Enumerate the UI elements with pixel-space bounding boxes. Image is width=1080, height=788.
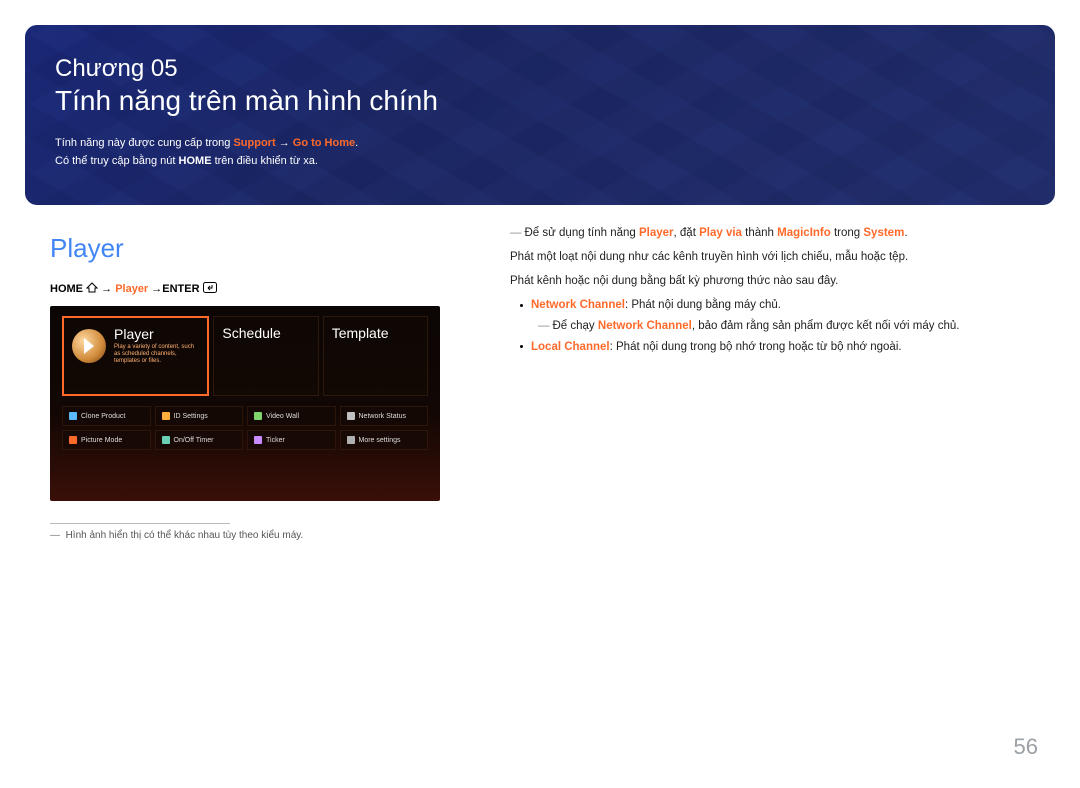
bullet-dot-icon [520, 304, 523, 307]
page-root: Chương 05 Tính năng trên màn hình chính … [0, 25, 1080, 788]
b1-sub-a: Để chạy [553, 320, 598, 332]
p1-e: . [904, 227, 907, 239]
bullet-dot-icon [520, 345, 523, 348]
tile-template[interactable]: Template [323, 316, 428, 396]
hero-line-1: Tính năng này được cung cấp trong Suppor… [55, 135, 1025, 153]
mini-picture-mode[interactable]: Picture Mode [62, 430, 151, 450]
page-number: 56 [1014, 734, 1038, 760]
footnote: ― Hình ảnh hiển thị có thể khác nhau tùy… [50, 530, 470, 541]
mini-clone-product[interactable]: Clone Product [62, 406, 151, 426]
mini-label: On/Off Timer [174, 437, 214, 444]
mini-network-status[interactable]: Network Status [340, 406, 429, 426]
bc-player: Player [115, 283, 148, 295]
tile-schedule[interactable]: Schedule [213, 316, 318, 396]
mini-label: ID Settings [174, 413, 208, 420]
b2-label: Local Channel [531, 341, 610, 353]
hero-line-2b: trên điều khiển từ xa. [212, 155, 318, 167]
mini-label: Network Status [359, 413, 406, 420]
b1-text: : Phát nội dung bằng máy chủ. [625, 299, 781, 311]
tile-player-title: Player [114, 326, 199, 342]
b1-sub-label: Network Channel [598, 320, 692, 332]
right-p1: ―Để sử dụng tính năng Player, đặt Play v… [510, 223, 1030, 243]
p1-a: Để sử dụng tính năng [525, 227, 639, 239]
right-p2: Phát một loạt nội dung như các kênh truy… [510, 247, 1030, 267]
mini-more-settings[interactable]: More settings [340, 430, 429, 450]
chapter-label: Chương 05 [55, 55, 1025, 83]
footnote-dash: ― [50, 530, 66, 541]
more-settings-icon [347, 436, 355, 444]
ticker-icon [254, 436, 262, 444]
b2-text: : Phát nội dung trong bộ nhớ trong hoặc … [610, 341, 902, 353]
mini-label: Ticker [266, 437, 285, 444]
clone-product-icon [69, 412, 77, 420]
mini-id-settings[interactable]: ID Settings [155, 406, 244, 426]
bc-enter: ENTER [162, 283, 202, 295]
home-label: HOME [179, 155, 212, 167]
support-label: Support [233, 137, 275, 149]
video-wall-icon [254, 412, 262, 420]
mini-label: Picture Mode [81, 437, 122, 444]
footnote-divider [50, 523, 230, 524]
breadcrumb: HOME → Player →ENTER [50, 282, 470, 296]
tv-preview: Player Play a variety of content, such a… [50, 306, 440, 501]
tile-player-text: Player Play a variety of content, such a… [114, 326, 199, 366]
tv-bottom-grid: Clone Product ID Settings Video Wall Net… [62, 406, 428, 450]
section-title-player: Player [50, 233, 470, 264]
right-column: ―Để sử dụng tính năng Player, đặt Play v… [510, 223, 1030, 541]
hero-banner: Chương 05 Tính năng trên màn hình chính … [25, 25, 1055, 205]
bullet-network-channel: Network Channel: Phát nội dung bằng máy … [520, 295, 1030, 316]
left-column: Player HOME → Player →ENTER Player Play … [50, 223, 470, 541]
tile-player[interactable]: Player Play a variety of content, such a… [62, 316, 209, 396]
id-settings-icon [162, 412, 170, 420]
mini-onoff-timer[interactable]: On/Off Timer [155, 430, 244, 450]
content-row: Player HOME → Player →ENTER Player Play … [0, 205, 1080, 541]
bc-arrow-1: → [98, 283, 115, 295]
hero-line-2a: Có thể truy cập bằng nút [55, 155, 179, 167]
mini-video-wall[interactable]: Video Wall [247, 406, 336, 426]
p1-c: thành [742, 227, 777, 239]
sub-bullet-network: ―Để chạy Network Channel, bảo đảm rằng s… [538, 316, 1030, 337]
bc-arrow-2: → [148, 283, 162, 295]
period: . [355, 137, 358, 149]
footnote-text: Hình ảnh hiển thị có thể khác nhau tùy t… [66, 530, 304, 541]
p1-player: Player [639, 227, 674, 239]
bullet-local-channel: Local Channel: Phát nội dung trong bộ nh… [520, 337, 1030, 358]
mini-label: Video Wall [266, 413, 299, 420]
p1-playvia: Play via [699, 227, 742, 239]
onoff-timer-icon [162, 436, 170, 444]
b1-label: Network Channel [531, 299, 625, 311]
p1-magic: MagicInfo [777, 227, 831, 239]
picture-mode-icon [69, 436, 77, 444]
tile-player-sub: Play a variety of content, such as sched… [114, 344, 199, 366]
tv-top-row: Player Play a variety of content, such a… [62, 316, 428, 396]
b1-sub-b: , bảo đảm rằng sản phẩm được kết nối với… [692, 320, 960, 332]
play-icon [72, 329, 106, 363]
chapter-title: Tính năng trên màn hình chính [55, 85, 1025, 117]
home-icon [86, 282, 98, 296]
p1-dash: ― [510, 227, 525, 239]
tile-player-row: Player Play a variety of content, such a… [72, 326, 199, 366]
mini-ticker[interactable]: Ticker [247, 430, 336, 450]
network-status-icon [347, 412, 355, 420]
arrow-sep: → [276, 137, 293, 149]
mini-label: More settings [359, 437, 401, 444]
sub-dash: ― [538, 320, 553, 332]
p1-system: System [863, 227, 904, 239]
mini-label: Clone Product [81, 413, 125, 420]
goto-home-label: Go to Home [293, 137, 355, 149]
hero-line-1-text: Tính năng này được cung cấp trong [55, 137, 233, 149]
right-p3: Phát kênh hoặc nội dung bằng bất kỳ phươ… [510, 271, 1030, 291]
breadcrumb-home: HOME [50, 283, 86, 295]
p1-b: , đặt [674, 227, 700, 239]
enter-icon [203, 282, 217, 296]
p1-d: trong [831, 227, 864, 239]
hero-line-2: Có thể truy cập bằng nút HOME trên điều … [55, 153, 1025, 171]
